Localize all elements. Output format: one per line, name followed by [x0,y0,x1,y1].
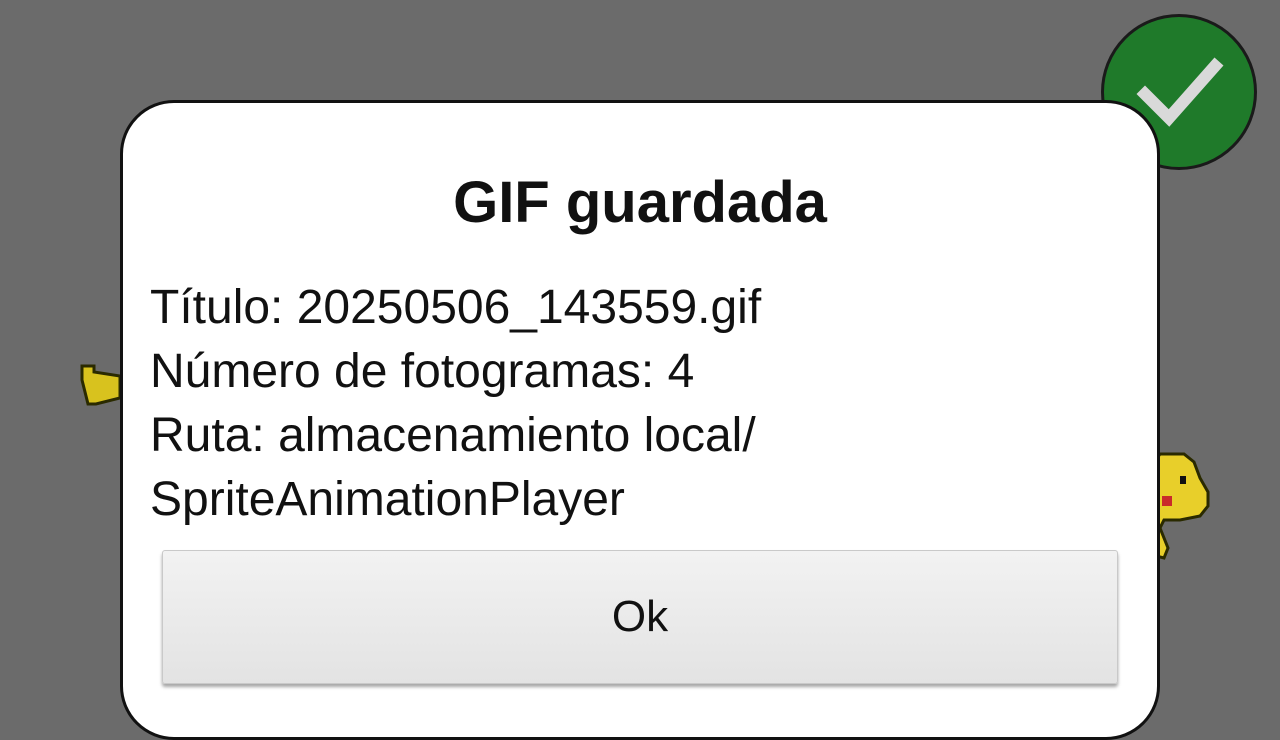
path-line-continued: SpriteAnimationPlayer [150,473,625,526]
frame-count-line: Número de fotogramas: 4 [150,345,695,398]
path-line: Ruta: almacenamiento local/ [150,409,756,462]
title-line: Título: 20250506_143559.gif [150,281,762,334]
sprite-fragment-right [1150,452,1210,560]
ok-button[interactable]: Ok [162,550,1118,684]
dialog-message: Título: 20250506_143559.gif Número de fo… [150,276,1110,532]
dialog-title: GIF guardada [453,170,827,235]
